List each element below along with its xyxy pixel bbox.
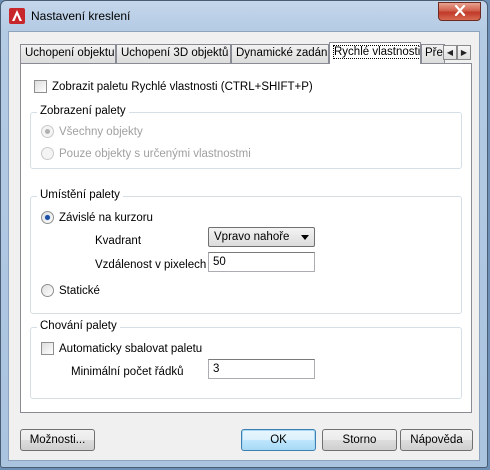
palette-behavior-group-label: Chování palety bbox=[37, 320, 120, 332]
tab-label: Rychlé vlastnosti bbox=[332, 45, 421, 59]
palette-display-group: Zobrazení palety Všechny objekty Pouze o… bbox=[30, 105, 462, 169]
radio-only-specified-objects[interactable]: Pouze objekty s určenými vlastnostmi bbox=[41, 147, 251, 160]
tab-object-snap[interactable]: Uchopení objektu bbox=[20, 44, 116, 63]
tab-label: Pře bbox=[425, 47, 443, 59]
radio-button[interactable] bbox=[41, 147, 54, 160]
quadrant-value: Vpravo nahoře bbox=[214, 231, 290, 243]
tab-label: Dynamické zadání bbox=[236, 47, 329, 59]
cancel-button-label: Storno bbox=[342, 434, 377, 446]
radio-all-objects[interactable]: Všechny objekty bbox=[41, 125, 143, 138]
options-button-label: Možnosti... bbox=[29, 434, 86, 446]
options-button[interactable]: Možnosti... bbox=[20, 429, 95, 451]
radio-static[interactable]: Statické bbox=[41, 284, 100, 297]
tab-quick-properties[interactable]: Rychlé vlastnosti bbox=[329, 42, 421, 64]
checkbox-box[interactable] bbox=[41, 342, 54, 355]
tab-strip: Uchopení objektu Uchopení 3D objektů Dyn… bbox=[20, 42, 472, 64]
dialog-client-area: Uchopení objektu Uchopení 3D objektů Dyn… bbox=[8, 31, 480, 461]
dialog-window: Nastavení kreslení Uchopení objektu Ucho… bbox=[0, 0, 488, 468]
tab-label: Uchopení 3D objektů bbox=[121, 47, 229, 59]
help-button[interactable]: Nápověda bbox=[400, 429, 473, 451]
palette-display-group-label: Zobrazení palety bbox=[37, 105, 129, 117]
auto-collapse-label: Automaticky sbalovat paletu bbox=[59, 342, 203, 355]
radio-cursor-dependent[interactable]: Závislé na kurzoru bbox=[41, 211, 153, 224]
radio-only-specified-label: Pouze objekty s určenými vlastnostmi bbox=[59, 147, 251, 160]
show-palette-checkbox[interactable]: Zobrazit paletu Rychlé vlastnosti (CTRL+… bbox=[34, 80, 313, 93]
radio-cursor-dependent-label: Závislé na kurzoru bbox=[59, 211, 153, 224]
chevron-right-icon: ▶ bbox=[460, 48, 468, 57]
min-rows-input[interactable]: 3 bbox=[208, 359, 315, 379]
close-button[interactable] bbox=[438, 2, 481, 21]
tab-dynamic-input[interactable]: Dynamické zadání bbox=[231, 44, 329, 63]
window-title: Nastavení kreslení bbox=[31, 9, 131, 23]
distance-input[interactable]: 50 bbox=[208, 252, 315, 272]
radio-button[interactable] bbox=[41, 211, 54, 224]
tab-label: Uchopení objektu bbox=[25, 47, 115, 59]
tab-overflow[interactable]: Pře bbox=[421, 44, 445, 63]
quick-properties-page: Zobrazit paletu Rychlé vlastnosti (CTRL+… bbox=[20, 63, 472, 413]
cancel-button[interactable]: Storno bbox=[322, 429, 397, 451]
radio-button[interactable] bbox=[41, 125, 54, 138]
close-icon bbox=[454, 4, 466, 19]
help-button-label: Nápověda bbox=[410, 434, 463, 446]
autocad-app-icon[interactable] bbox=[9, 8, 25, 24]
show-palette-label: Zobrazit paletu Rychlé vlastnosti (CTRL+… bbox=[52, 80, 313, 93]
auto-collapse-checkbox[interactable]: Automaticky sbalovat paletu bbox=[41, 342, 202, 355]
radio-all-objects-label: Všechny objekty bbox=[59, 125, 143, 138]
distance-label: Vzdálenost v pixelech bbox=[95, 259, 207, 271]
title-bar[interactable]: Nastavení kreslení bbox=[1, 1, 487, 31]
min-rows-label: Minimální počet řádků bbox=[71, 366, 184, 378]
palette-location-group: Umístění palety Závislé na kurzoru Kvadr… bbox=[30, 189, 462, 314]
palette-behavior-group: Chování palety Automaticky sbalovat pale… bbox=[30, 320, 462, 399]
dropdown-arrow-icon bbox=[301, 235, 309, 240]
quadrant-label: Kvadrant bbox=[95, 235, 142, 247]
tab-3d-object-snap[interactable]: Uchopení 3D objektů bbox=[116, 44, 231, 63]
radio-button[interactable] bbox=[41, 284, 54, 297]
tab-scroll-right-button[interactable]: ▶ bbox=[457, 45, 471, 60]
tab-scroll-left-button[interactable]: ◀ bbox=[443, 45, 457, 60]
quadrant-dropdown[interactable]: Vpravo nahoře bbox=[208, 227, 315, 247]
chevron-left-icon: ◀ bbox=[446, 48, 454, 57]
ok-button-label: OK bbox=[270, 434, 287, 446]
palette-location-group-label: Umístění palety bbox=[37, 189, 123, 201]
checkbox-box[interactable] bbox=[34, 80, 47, 93]
radio-static-label: Statické bbox=[59, 284, 100, 297]
ok-button[interactable]: OK bbox=[241, 429, 316, 451]
